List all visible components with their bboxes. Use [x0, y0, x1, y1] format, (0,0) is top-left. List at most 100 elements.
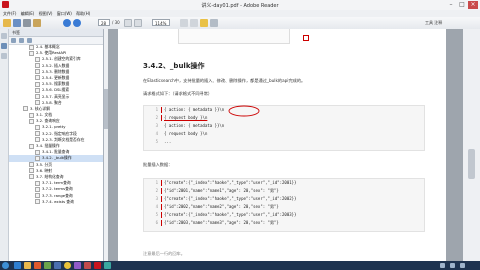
- explorer-icon[interactable]: [24, 262, 31, 269]
- code-line: 6 {"id":2003,"name":"name3","age": 20,"se…: [155, 220, 279, 226]
- bookmark-icon: [29, 174, 34, 180]
- sign-icon[interactable]: [210, 19, 218, 27]
- app-icon[interactable]: [104, 262, 111, 269]
- app-icon[interactable]: [44, 262, 51, 269]
- zoom-input[interactable]: 114%: [152, 19, 170, 26]
- batch-code-block: 1 {"create":{"_index":"haoke","_type":"us…: [143, 178, 425, 232]
- ie-icon[interactable]: [14, 262, 21, 269]
- code-line: 5 {"create":{"_index":"haoke","_type":"us…: [155, 212, 297, 218]
- app-icon[interactable]: [84, 262, 91, 269]
- media-icon[interactable]: [34, 262, 41, 269]
- comment-icon[interactable]: [200, 19, 208, 27]
- bookmark-icon: [35, 100, 40, 106]
- navigation-rail: [0, 29, 9, 261]
- bookmarks-icon[interactable]: [1, 43, 7, 49]
- code-line: 3 {"create":{"_index":"haoke","_type":"us…: [155, 196, 297, 202]
- bookmark-icon: [35, 131, 40, 137]
- start-icon[interactable]: [2, 262, 9, 269]
- tray-icon[interactable]: [460, 263, 465, 268]
- bookmark-icon: [35, 87, 40, 93]
- menu-help[interactable]: 帮助(H): [76, 10, 90, 17]
- code-line: 2{ request body }\n: [155, 115, 208, 121]
- fit-page-icon[interactable]: [180, 19, 188, 27]
- bookmark-icon: [35, 155, 40, 161]
- pages-icon[interactable]: [1, 33, 7, 39]
- bookmarks-header: 书签: [9, 29, 103, 37]
- format-label: 请求格式如下：（请求格式不同寻常）: [143, 91, 213, 96]
- previous-code-block: [178, 29, 290, 44]
- bookmark-icon: [35, 137, 40, 143]
- hand-tool-icon[interactable]: [134, 19, 142, 27]
- menu-window[interactable]: 窗口(W): [57, 10, 72, 17]
- tray-icon[interactable]: [440, 263, 445, 268]
- bookmark-icon: [29, 143, 34, 149]
- code-line: 4{ request body }\n: [155, 131, 208, 136]
- intro-paragraph: 在Elasticsearch中，支持批量的插入、修改、删除操作，都是通过_bul…: [143, 78, 306, 83]
- bookmark-icon: [35, 199, 40, 205]
- bookmark-icon: [29, 168, 34, 174]
- bookmark-delete-icon[interactable]: [19, 38, 24, 43]
- bookmark-icon: [29, 44, 34, 50]
- chrome-icon[interactable]: [64, 262, 71, 269]
- right-scrollbar[interactable]: [463, 29, 480, 261]
- page-down-icon[interactable]: [73, 19, 81, 27]
- tray-icon[interactable]: [450, 263, 455, 268]
- section-heading: 3.4.2、_bulk操作: [143, 62, 205, 70]
- batch-insert-label: 批量插入数据：: [143, 162, 173, 167]
- bookmark-options-icon[interactable]: [11, 38, 16, 43]
- bookmark-icon: [35, 56, 40, 62]
- format-code-block: 1{ action: { metadata }}\n 2{ request bo…: [143, 105, 425, 151]
- red-annotation-circle: [228, 105, 260, 117]
- maximize-button[interactable]: □: [457, 1, 467, 9]
- menu-file[interactable]: 文件(F): [3, 10, 16, 17]
- save-icon[interactable]: [13, 19, 21, 27]
- bookmark-icon: [35, 81, 40, 87]
- page-total: / 30: [112, 20, 120, 25]
- app-icon[interactable]: [54, 262, 61, 269]
- bookmark-icon: [35, 75, 40, 81]
- bookmark-icon: [35, 186, 40, 192]
- bookmark-icon: [35, 124, 40, 130]
- bookmark-icon: [35, 69, 40, 75]
- minimize-button[interactable]: –: [446, 1, 456, 9]
- email-icon[interactable]: [33, 19, 41, 27]
- code-line: 5...: [155, 139, 172, 144]
- scrollbar-thumb[interactable]: [468, 149, 475, 179]
- page-number-input[interactable]: 28: [98, 19, 110, 26]
- menu-edit[interactable]: 编辑(E): [21, 10, 35, 17]
- select-tool-icon[interactable]: [124, 19, 132, 27]
- bookmark-new-icon[interactable]: [27, 38, 32, 43]
- document-area: 3.4.2、_bulk操作 在Elasticsearch中，支持批量的插入、修改…: [108, 29, 463, 261]
- bookmark-item[interactable]: 3.7.4. exists 查询: [9, 199, 103, 205]
- fit-width-icon[interactable]: [190, 19, 198, 27]
- bookmark-icon: [35, 94, 40, 99]
- code-line: 1{ action: { metadata }}\n: [155, 107, 225, 113]
- open-icon[interactable]: [3, 19, 11, 27]
- bookmark-icon: [29, 50, 34, 56]
- bookmark-icon: [35, 180, 40, 186]
- page-up-icon[interactable]: [63, 19, 71, 27]
- close-button[interactable]: ×: [468, 1, 478, 9]
- bookmark-icon: [29, 118, 34, 124]
- bookmark-icon: [35, 193, 40, 198]
- bookmark-icon: [29, 162, 34, 168]
- code-line: 2 {"id":2001,"name":"name1","age": 20,"se…: [155, 188, 279, 194]
- footer-hint: 注意最后一行的回车。: [143, 251, 185, 256]
- print-icon[interactable]: [23, 19, 31, 27]
- comment-marker-icon[interactable]: [303, 35, 309, 41]
- bookmark-icon: [35, 149, 40, 155]
- bookmarks-panel: 书签 2.4. 基本概念 2.5. 使用RestAPI 2.5.1. 创建空的索…: [9, 29, 104, 261]
- menu-bar: 文件(F) 编辑(E) 视图(V) 窗口(W) 帮助(H): [0, 10, 480, 17]
- code-line: 1 {"create":{"_index":"haoke","_type":"us…: [155, 180, 297, 186]
- adobe-reader-task-icon[interactable]: [94, 262, 101, 269]
- window-title: 讲义-day01.pdf - Adobe Reader: [201, 3, 279, 9]
- tools-comments-label[interactable]: 工具 注释: [425, 19, 442, 27]
- menu-view[interactable]: 视图(V): [39, 10, 53, 17]
- attachments-icon[interactable]: [1, 53, 7, 59]
- code-line: 4 {"id":2002,"name":"name2","age": 20,"se…: [155, 204, 279, 210]
- code-line: 3{ action: { metadata }}\n: [155, 123, 225, 128]
- bookmark-icon: [29, 112, 34, 118]
- bookmark-icon: [23, 106, 28, 112]
- bookmark-list: 2.4. 基本概念 2.5. 使用RestAPI 2.5.1. 创建空的索引库 …: [9, 44, 103, 261]
- app-icon[interactable]: [74, 262, 81, 269]
